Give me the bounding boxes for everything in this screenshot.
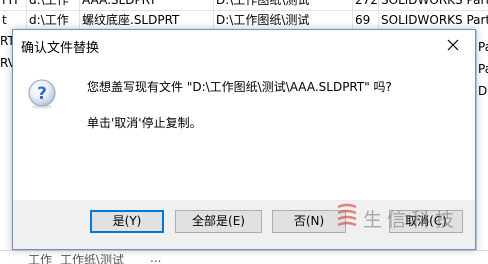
background-bottom-cell: 工作 — [28, 253, 53, 264]
no-button[interactable]: 否(N) — [272, 210, 346, 233]
svg-text:?: ? — [37, 84, 47, 104]
background-bottom-cell: ... — [150, 251, 162, 264]
background-bottom-row: 工作 工作纸\测试 ... — [0, 250, 488, 264]
question-icon: ? — [28, 79, 56, 109]
table-cell: d:\工作 — [27, 10, 80, 30]
table-cell: D:\工作图纸\测试 — [214, 10, 353, 30]
table-cell: SOLIDWORKS Part — [381, 0, 488, 7]
table-cell: 69 — [353, 10, 379, 30]
background-left-cell: RT — [0, 34, 12, 48]
dialog-hint: 单击'取消'停止复制。 — [87, 116, 202, 130]
close-icon — [447, 39, 459, 51]
dialog-titlebar[interactable]: 确认文件替换 — [13, 30, 475, 60]
confirm-file-replace-dialog: 确认文件替换 ? 您想盖写现有文件 "D:\工作图纸\测试\AAA.SLDPRT… — [12, 29, 476, 250]
table-cell: d:\工作 — [27, 0, 80, 10]
background-right-cell: Dra — [478, 84, 488, 98]
dialog-body: ? 您想盖写现有文件 "D:\工作图纸\测试\AAA.SLDPRT" 吗? 单击… — [13, 60, 475, 200]
background-right-cell: Par — [478, 62, 488, 76]
screen: ΓΙΤ d:\工作 AAA.SLDPRT D:\工作图纸\测试 272 SOLI… — [0, 0, 488, 264]
background-right-cell: Par — [478, 40, 488, 54]
table-row[interactable]: t d:\工作 螺纹底座.SLDPRT D:\工作图纸\测试 69 SOLIDW… — [0, 10, 488, 31]
yes-to-all-button[interactable]: 全部是(E) — [175, 210, 262, 233]
yes-button[interactable]: 是(Y) — [90, 210, 164, 233]
table-cell: 272 — [353, 0, 379, 10]
background-bottom-cell: 工作纸\测试 — [60, 253, 125, 264]
table-cell: AAA.SLDPRT — [80, 0, 214, 10]
table-cell: ΓΙΤ — [0, 0, 27, 10]
cancel-button[interactable]: 取消(C) — [389, 210, 463, 233]
dialog-title: 确认文件替换 — [21, 41, 100, 56]
dialog-button-bar: 是(Y) 全部是(E) 否(N) 取消(C) — [13, 200, 475, 249]
table-cell: t — [0, 10, 27, 30]
close-button[interactable] — [431, 30, 475, 60]
table-cell: SOLIDWORKS Part — [381, 13, 488, 27]
table-cell: 螺纹底座.SLDPRT — [80, 10, 214, 30]
table-cell: D:\工作图纸\测试 — [214, 0, 353, 10]
background-left-cell: RV — [0, 56, 12, 70]
dialog-message: 您想盖写现有文件 "D:\工作图纸\测试\AAA.SLDPRT" 吗? — [87, 80, 392, 94]
